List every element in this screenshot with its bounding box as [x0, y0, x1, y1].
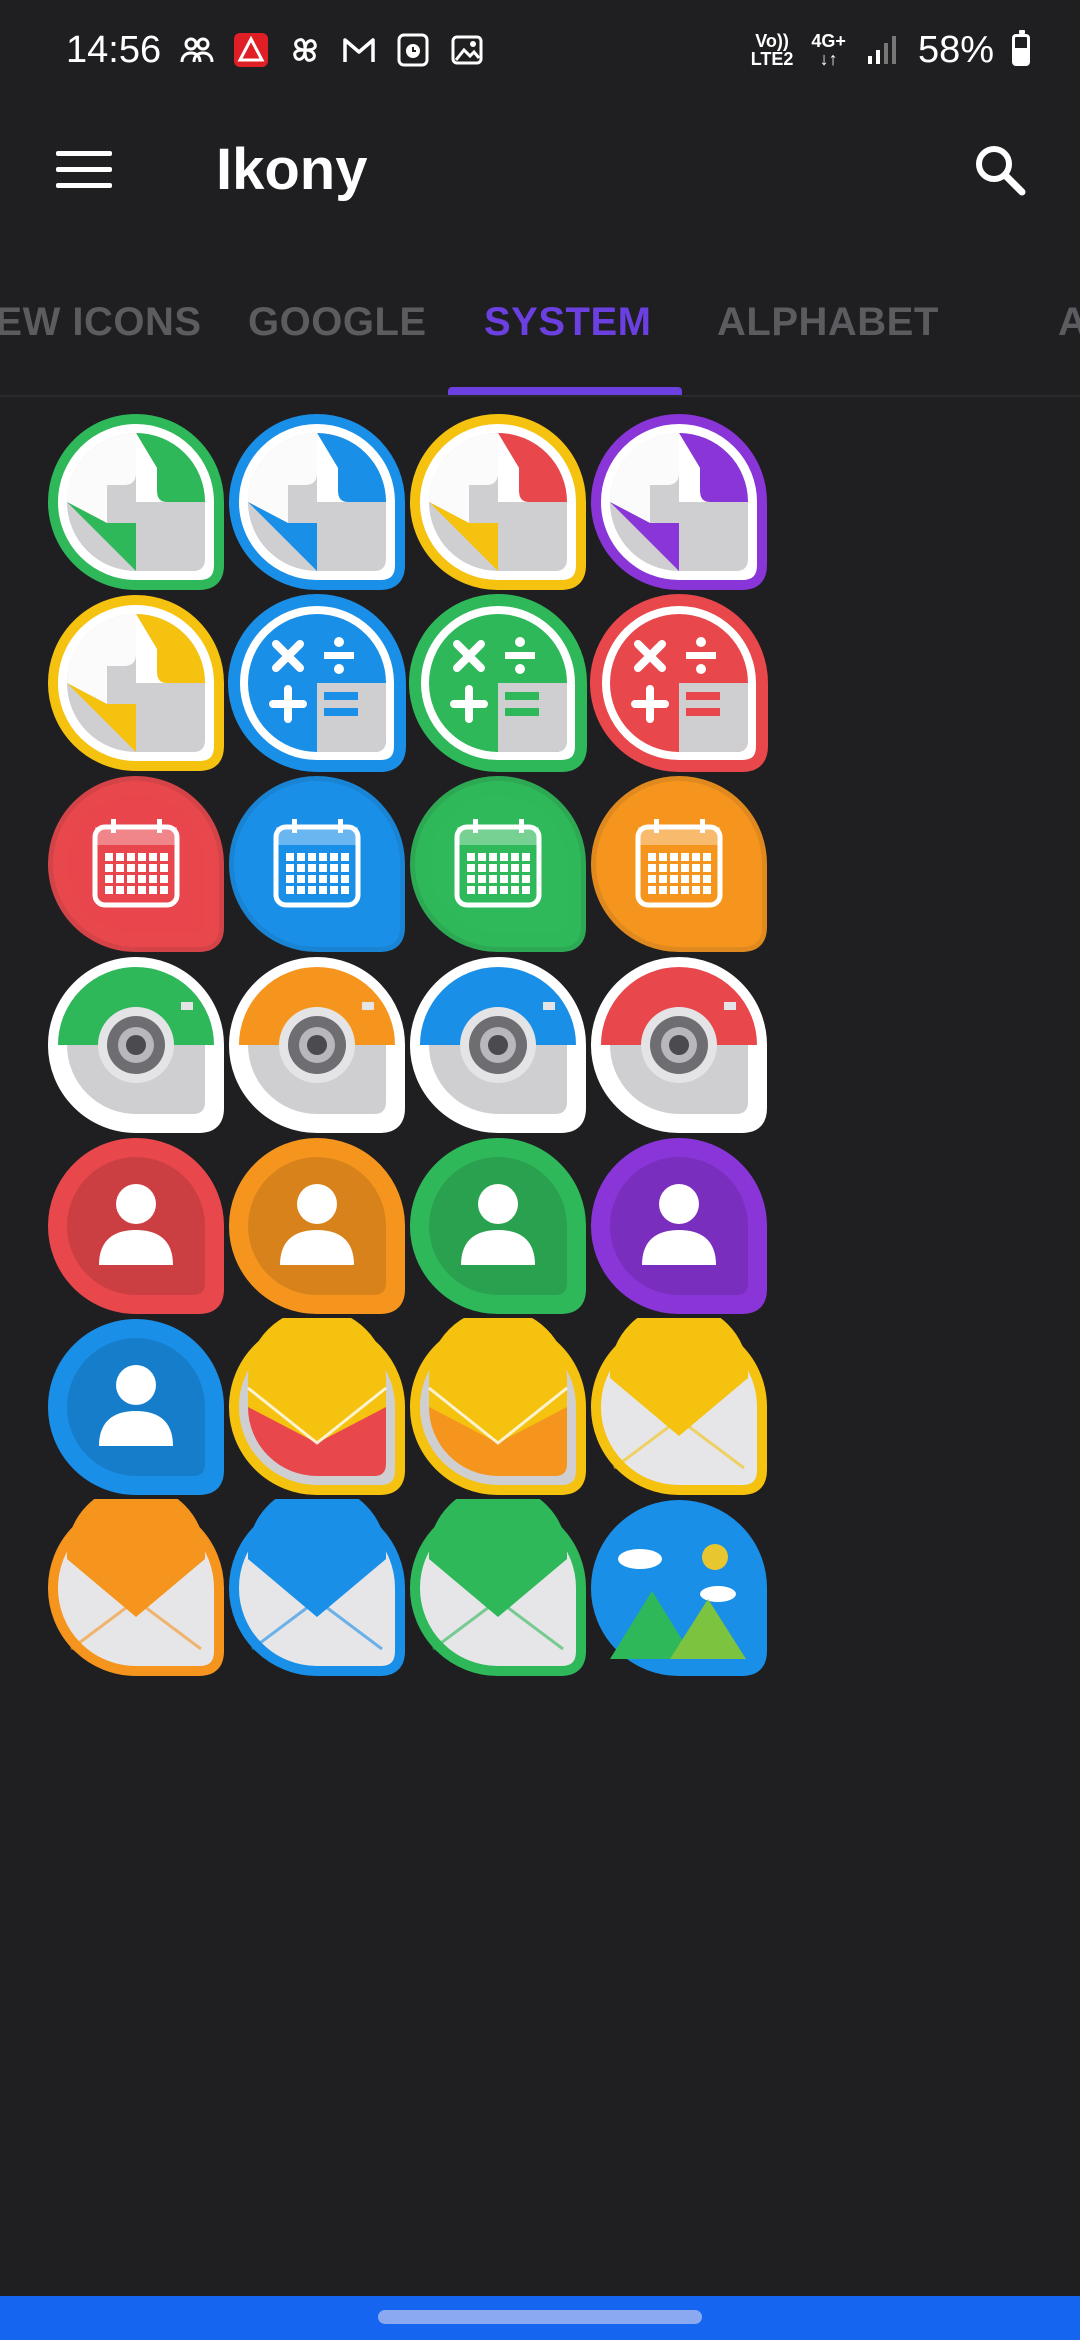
- contacts-icon-green-graphic: [410, 1137, 586, 1314]
- calculator-icon-red[interactable]: [590, 594, 768, 772]
- hamburger-icon: [56, 151, 112, 188]
- clock: 14:56: [66, 28, 162, 71]
- status-left: 14:56: [66, 29, 485, 72]
- home-handle[interactable]: [378, 2310, 702, 2324]
- calculator-icon-blue[interactable]: [228, 594, 406, 772]
- volte-indicator: Vo)) LTE2: [751, 32, 794, 68]
- contacts-icon-blue-graphic: [48, 1318, 224, 1495]
- lte2-label: LTE2: [750, 49, 794, 69]
- maps-icon-purple-graphic: [591, 413, 767, 590]
- data-arrows-icon: ↓↑: [819, 49, 838, 69]
- calendar-icon-blue-graphic: [229, 775, 405, 952]
- tab-system[interactable]: SYSTEM: [484, 300, 651, 345]
- network-type-indicator: 4G+ ↓↑: [811, 32, 846, 68]
- contacts-icon-blue[interactable]: [47, 1318, 225, 1496]
- camera-icon-orange[interactable]: [228, 956, 406, 1134]
- contacts-icon-red-graphic: [48, 1137, 224, 1314]
- calculator-icon-red-graphic: [590, 594, 768, 772]
- email-icon-white[interactable]: [590, 1318, 768, 1496]
- email-icon-red-graphic: [229, 1318, 405, 1495]
- calendar-icon-red[interactable]: [47, 775, 225, 953]
- contacts-icon-purple-graphic: [591, 1137, 767, 1314]
- pinwheel-icon: [287, 32, 323, 68]
- calculator-icon-green-graphic: [409, 594, 587, 772]
- email-icon-white-graphic: [591, 1318, 767, 1495]
- email-icon-green-graphic: [410, 1499, 586, 1676]
- email-icon-orange-graphic: [48, 1499, 224, 1676]
- maps-icon-yellow[interactable]: [47, 594, 225, 772]
- search-icon: [976, 146, 1026, 196]
- navigation-bar: [0, 2296, 1080, 2340]
- gallery-notification-icon: [449, 32, 485, 68]
- calendar-icon-orange-graphic: [591, 775, 767, 952]
- email-icon-orange-graphic: [410, 1318, 586, 1495]
- contacts-icon-red[interactable]: [47, 1137, 225, 1315]
- tab-bar: NEW ICONS GOOGLE SYSTEM ALPHABET A: [0, 260, 1080, 397]
- maps-icon-yellow-red[interactable]: [409, 413, 587, 591]
- calendar-icon-orange[interactable]: [590, 775, 768, 953]
- gmail-icon: [341, 32, 377, 68]
- battery-icon: [1012, 30, 1030, 66]
- contacts-icon-green[interactable]: [409, 1137, 587, 1315]
- calculator-icon-blue-graphic: [228, 594, 406, 772]
- email-icon-green[interactable]: [409, 1499, 587, 1677]
- app-bar: Ikony: [0, 100, 1080, 240]
- camera-icon-blue-graphic: [410, 956, 586, 1133]
- email-icon-orange[interactable]: [47, 1499, 225, 1677]
- calendar-icon-green-graphic: [410, 775, 586, 952]
- maps-icon-yellow-graphic: [48, 594, 224, 771]
- gallery-icon[interactable]: [590, 1499, 768, 1677]
- camera-icon-red-graphic: [591, 956, 767, 1133]
- contacts-icon-purple[interactable]: [590, 1137, 768, 1315]
- warning-app-icon: [233, 32, 269, 68]
- contacts-icon-orange[interactable]: [228, 1137, 406, 1315]
- battery-percent: 58%: [917, 28, 994, 71]
- maps-icon-blue-graphic: [229, 413, 405, 590]
- status-right: Vo)) LTE2 4G+ ↓↑ 58%: [751, 29, 1030, 72]
- camera-icon-blue[interactable]: [409, 956, 587, 1134]
- page-title: Ikony: [216, 137, 368, 202]
- active-tab-indicator: [448, 387, 682, 395]
- signal-icon: [864, 32, 900, 68]
- icon-grid: [0, 395, 1080, 2295]
- calculator-icon-green[interactable]: [409, 594, 587, 772]
- search-button[interactable]: [952, 122, 1048, 218]
- calendar-icon-green[interactable]: [409, 775, 587, 953]
- maps-icon-blue[interactable]: [228, 413, 406, 591]
- maps-icon-green-graphic: [48, 413, 224, 590]
- maps-icon-purple[interactable]: [590, 413, 768, 591]
- calendar-icon-red-graphic: [48, 775, 224, 952]
- camera-icon-green[interactable]: [47, 956, 225, 1134]
- email-icon-blue[interactable]: [228, 1499, 406, 1677]
- status-bar: 14:56 Vo)) LTE2 4G+ ↓↑ 58%: [0, 0, 1080, 100]
- clock-app-icon: [395, 32, 431, 68]
- tab-new-icons[interactable]: NEW ICONS: [0, 300, 202, 345]
- menu-button[interactable]: [36, 122, 132, 218]
- maps-icon-green[interactable]: [47, 413, 225, 591]
- network-type-label: 4G+: [811, 31, 846, 51]
- calendar-icon-blue[interactable]: [228, 775, 406, 953]
- email-icon-orange[interactable]: [409, 1318, 587, 1496]
- camera-icon-orange-graphic: [229, 956, 405, 1133]
- battery-fill: [1015, 47, 1027, 63]
- people-icon: [179, 32, 215, 68]
- camera-icon-red[interactable]: [590, 956, 768, 1134]
- email-icon-blue-graphic: [229, 1499, 405, 1676]
- volte-label: Vo)): [755, 31, 789, 51]
- gallery-icon-graphic: [591, 1499, 767, 1676]
- tab-partial[interactable]: A: [1058, 300, 1080, 345]
- camera-icon-green-graphic: [48, 956, 224, 1133]
- maps-icon-yellow-red-graphic: [410, 413, 586, 590]
- tab-alphabet[interactable]: ALPHABET: [717, 300, 939, 345]
- email-icon-red[interactable]: [228, 1318, 406, 1496]
- tab-google[interactable]: GOOGLE: [248, 300, 427, 345]
- contacts-icon-orange-graphic: [229, 1137, 405, 1314]
